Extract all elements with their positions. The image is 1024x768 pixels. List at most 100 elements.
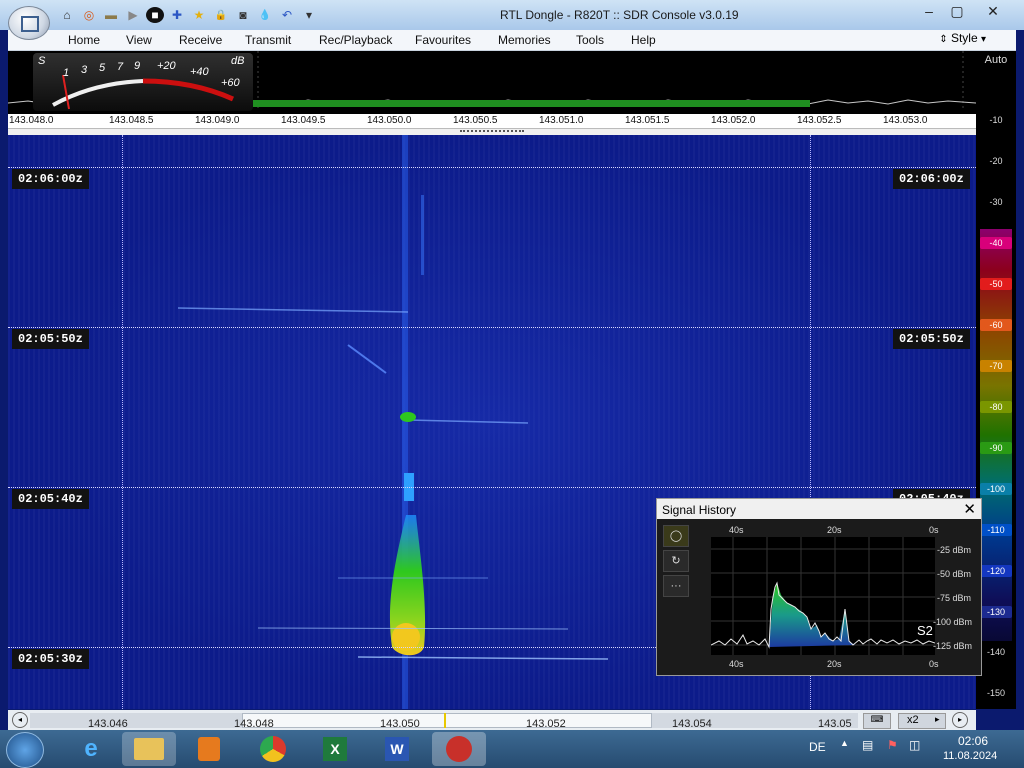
scale-tick: -130 (980, 606, 1012, 618)
scroll-track[interactable] (30, 713, 858, 728)
maximize-button[interactable]: ▢ (944, 1, 970, 21)
s-meter-db-label: dB (231, 55, 245, 67)
minimize-button[interactable]: ‒ (916, 1, 942, 21)
scale-tick: -40 (980, 237, 1012, 249)
scale-tick: -30 (989, 197, 1003, 207)
freq-tick: 143.052.5 (797, 115, 842, 126)
freq-tick: 143.050.0 (367, 115, 412, 126)
scroll-tick: 143.048 (234, 718, 274, 730)
freq-tick: 143.050.5 (453, 115, 498, 126)
freq-tick: 143.049.5 (281, 115, 326, 126)
grid-line (122, 135, 123, 709)
home-icon[interactable]: ⌂ (58, 7, 76, 23)
close-icon[interactable]: ✕ (963, 500, 976, 518)
undo-icon[interactable]: ↶ (278, 7, 296, 23)
time-label: 02:05:40z (12, 489, 89, 509)
sdr-console-icon[interactable] (432, 732, 486, 766)
menu-memories[interactable]: Memories (498, 33, 551, 47)
add-icon[interactable]: ✚ (168, 7, 186, 23)
more-button[interactable]: ··· (663, 575, 689, 597)
time-label: 02:05:30z (12, 649, 89, 669)
scroll-thumb[interactable] (242, 713, 652, 728)
s-meter-tick: +40 (190, 66, 209, 78)
menu-help[interactable]: Help (631, 33, 656, 47)
chrome-icon[interactable] (246, 732, 300, 766)
time-label-right: 02:06:00z (893, 169, 970, 189)
colour-scale[interactable]: Auto -10 -20 -30 -40 -50 -60 -70 -80 -90… (976, 51, 1016, 709)
freq-tick: 143.051.5 (625, 115, 670, 126)
passband-indicator (248, 100, 810, 107)
frequency-scrollbar: ◂ 143.046 143.048 143.050 143.052 143.05… (8, 710, 976, 730)
menu-tools[interactable]: Tools (576, 33, 604, 47)
scale-tick: -80 (980, 401, 1012, 413)
show-hidden-icons[interactable]: ▲ (840, 738, 849, 748)
menu-home[interactable]: Home (68, 33, 100, 47)
history-y-label: -100 dBm (933, 617, 973, 627)
signal-history-plot (711, 537, 935, 655)
signal-history-header[interactable]: Signal History ✕ (657, 499, 981, 519)
s-meter-tick: +60 (221, 77, 240, 89)
style-arrows-icon: ⇕ (939, 34, 948, 45)
spectrum-display[interactable]: S dB 1 3 5 7 9 +20 +40 +60 (8, 51, 976, 114)
menu-view[interactable]: View (126, 33, 152, 47)
s-meter-arc (52, 74, 235, 110)
stop-icon[interactable]: ■ (146, 7, 164, 23)
scroll-left-button[interactable]: ◂ (12, 712, 28, 728)
word-icon[interactable]: W (370, 732, 424, 766)
keyboard-icon[interactable]: ⌨ (863, 713, 891, 729)
s-meter-s-label: S (38, 55, 46, 67)
history-x-label: 0s (929, 659, 939, 669)
scale-mode[interactable]: Auto (976, 54, 1016, 66)
star-icon[interactable]: ★ (190, 7, 208, 23)
freq-tick: 143.048.5 (109, 115, 154, 126)
splitter-grip (460, 130, 524, 134)
scale-tick: -50 (980, 278, 1012, 290)
freq-tick: 143.051.0 (539, 115, 584, 126)
menu-transmit[interactable]: Transmit (245, 33, 291, 47)
network-icon[interactable]: ▤ (862, 738, 873, 752)
lifebuoy-icon[interactable]: ◎ (80, 7, 98, 23)
internet-explorer-icon[interactable]: e (64, 732, 118, 766)
clock-date[interactable]: 11.08.2024 (943, 750, 997, 762)
excel-icon[interactable]: X (308, 732, 362, 766)
start-button[interactable] (6, 732, 44, 768)
zoom-selector[interactable]: x2 ▸ (898, 713, 946, 729)
grid-line (8, 487, 976, 488)
record-button[interactable]: ◯ (663, 525, 689, 547)
media-player-icon[interactable] (182, 732, 236, 766)
title-bar: ⌂ ◎ ▬ ▶ ■ ✚ ★ 🔒 ◙ 💧 ↶ ▾ RTL Dongle - R82… (0, 0, 1024, 40)
drop-icon[interactable]: 💧 (256, 7, 274, 23)
lock-icon[interactable]: 🔒 (212, 7, 230, 23)
freq-tick: 143.049.0 (195, 115, 240, 126)
app-menu-orb[interactable] (8, 6, 50, 40)
volume-icon[interactable]: ◫ (909, 738, 920, 752)
scroll-tick: 143.050 (380, 718, 420, 730)
menu-receive[interactable]: Receive (179, 33, 222, 47)
menu-rec-playback[interactable]: Rec/Playback (319, 33, 392, 47)
scale-tick: -60 (980, 319, 1012, 331)
refresh-button[interactable]: ↻ (663, 550, 689, 572)
explorer-icon[interactable] (122, 732, 176, 766)
close-button[interactable]: ✕ (980, 1, 1006, 21)
scale-gradient (980, 229, 1012, 641)
flag-icon[interactable]: ⚑ (887, 738, 898, 752)
scroll-right-button[interactable]: ▸ (952, 712, 968, 728)
history-x-label: 40s (729, 525, 744, 535)
s-meter-tick: 5 (99, 62, 106, 74)
signal-history-panel: Signal History ✕ ◯ ↻ ··· 40s 20s 0s -25 … (656, 498, 982, 676)
camera-icon[interactable]: ◙ (234, 7, 252, 23)
folder-icon[interactable]: ▬ (102, 7, 120, 23)
dropdown-icon[interactable]: ▾ (300, 7, 318, 23)
style-label: Style (950, 31, 978, 45)
clock-time[interactable]: 02:06 (958, 734, 988, 748)
quick-access-toolbar: ⌂ ◎ ▬ ▶ ■ ✚ ★ 🔒 ◙ 💧 ↶ ▾ (58, 7, 318, 23)
scale-tick: -150 (986, 688, 1005, 698)
time-label: 02:05:50z (12, 329, 89, 349)
play-icon[interactable]: ▶ (124, 7, 142, 23)
menu-favourites[interactable]: Favourites (415, 33, 471, 47)
language-indicator[interactable]: DE (809, 740, 826, 754)
zoom-value: x2 (907, 714, 919, 726)
scale-tick: -90 (980, 442, 1012, 454)
style-menu[interactable]: ⇕ Style ▾ (939, 31, 986, 45)
freq-tick: 143.053.0 (883, 115, 928, 126)
